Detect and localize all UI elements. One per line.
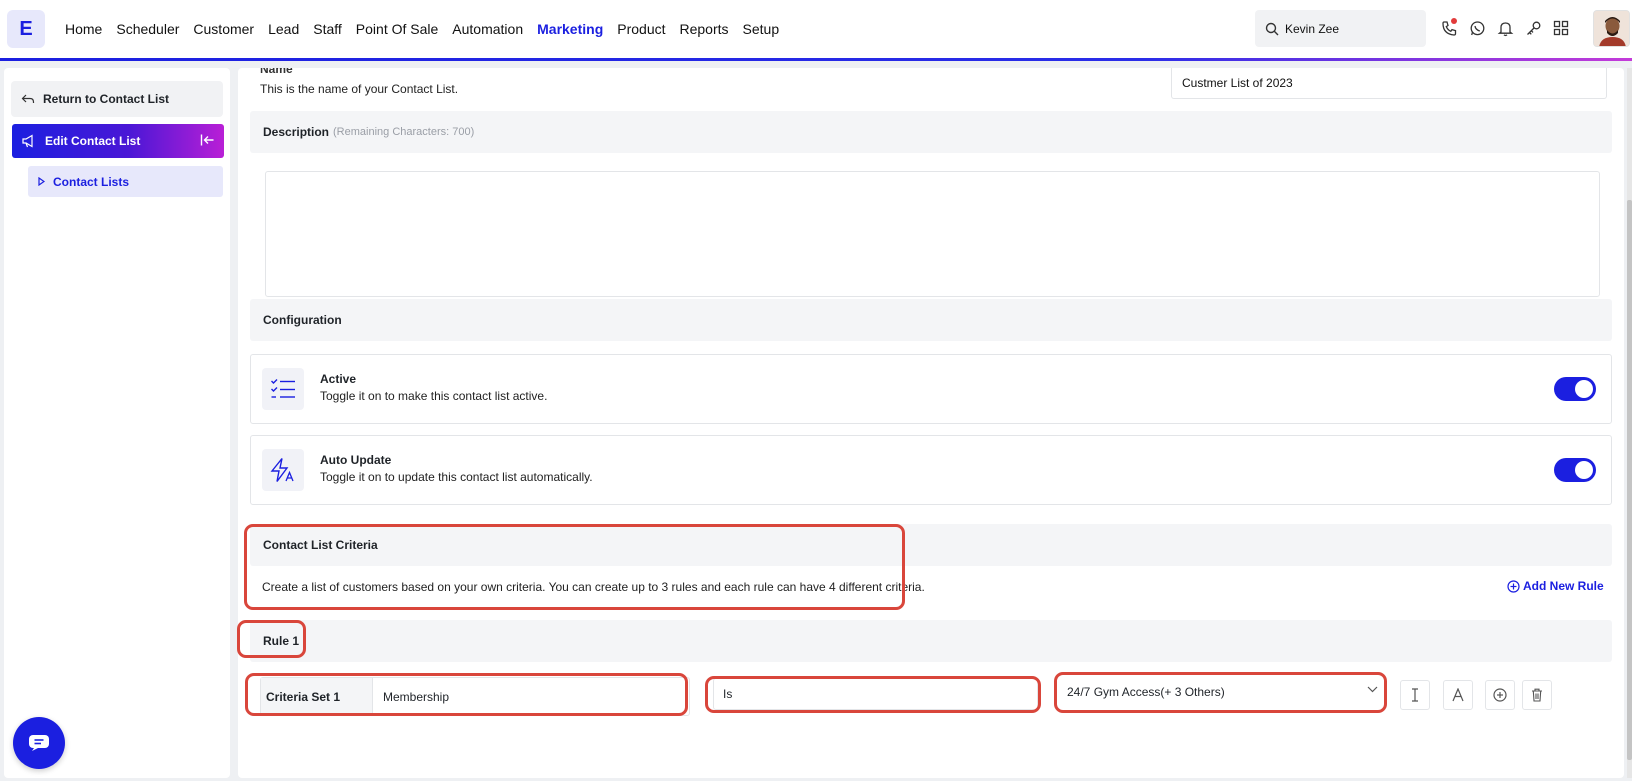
add-new-rule-button[interactable]: Add New Rule [1507,579,1604,593]
font-style-button[interactable] [1443,680,1473,710]
nav-product[interactable]: Product [617,21,665,37]
return-to-contact-list-button[interactable]: Return to Contact List [11,81,223,117]
criteria-set-1: Criteria Set 1 Membership [260,677,690,716]
auto-update-config-card: Auto Update Toggle it on to update this … [250,435,1612,505]
apps-grid-icon[interactable] [1552,17,1570,39]
criteria-operator-select[interactable]: Is [713,678,1038,710]
trash-icon [1532,688,1542,702]
name-input[interactable] [1171,68,1607,99]
criteria-value: 24/7 Gym Access(+ 3 Others) [1067,685,1225,699]
nav-point-of-sale[interactable]: Point Of Sale [356,21,439,37]
phone-icon[interactable] [1440,17,1458,39]
operator-value: Is [723,687,733,701]
top-icon-group [1440,17,1570,39]
chat-support-button[interactable] [13,717,65,769]
rule-1-title: Rule 1 [263,634,300,648]
criteria-field-select[interactable]: Membership [373,678,689,715]
top-bar: E Home Scheduler Customer Lead Staff Poi… [0,0,1632,58]
top-accent-line [0,58,1632,61]
active-desc: Toggle it on to make this contact list a… [320,389,548,403]
collapse-sidebar-icon[interactable] [200,133,215,147]
active-toggle[interactable] [1554,377,1596,401]
auto-update-desc: Toggle it on to update this contact list… [320,470,593,484]
delete-criteria-button[interactable] [1522,680,1552,710]
active-config-card: Active Toggle it on to make this contact… [250,354,1612,424]
text-cursor-icon [1412,688,1418,702]
plus-circle-icon [1493,688,1507,702]
name-help-text: This is the name of your Contact List. [260,82,459,96]
bell-icon[interactable] [1496,17,1514,39]
nav-home[interactable]: Home [65,21,102,37]
checklist-icon [262,368,304,410]
sidebar: Return to Contact List Edit Contact List… [4,68,230,778]
name-label: Name [260,68,293,76]
back-arrow-icon [21,94,35,103]
user-avatar[interactable] [1593,10,1630,47]
criteria-set-label: Criteria Set 1 [261,678,373,715]
return-label: Return to Contact List [43,92,169,106]
nav-automation[interactable]: Automation [452,21,523,37]
active-title: Active [320,372,357,386]
nav-lead[interactable]: Lead [268,21,299,37]
app-logo[interactable]: E [7,10,45,48]
sidebar-item-contact-lists[interactable]: Contact Lists [28,166,223,197]
nav-staff[interactable]: Staff [313,21,342,37]
main-nav: Home Scheduler Customer Lead Staff Point… [65,0,793,58]
plus-circle-icon [1507,579,1520,593]
chat-icon [29,735,49,751]
main-content: Name This is the name of your Contact Li… [238,68,1624,778]
megaphone-icon [22,134,33,148]
notification-dot [1451,18,1457,24]
configuration-label: Configuration [263,313,342,327]
whatsapp-icon[interactable] [1468,17,1486,39]
rule-1-header: Rule 1 [250,620,1612,662]
caret-right-icon [38,177,45,186]
auto-update-toggle[interactable] [1554,458,1596,482]
description-label: Description [263,125,330,139]
text-cursor-button[interactable] [1400,680,1430,710]
description-textarea[interactable] [265,171,1600,297]
font-letter-icon [1452,688,1464,702]
criteria-value-select[interactable]: 24/7 Gym Access(+ 3 Others) [1060,675,1390,709]
criteria-desc: Create a list of customers based on your… [262,580,925,594]
auto-flash-icon [262,449,304,491]
nav-reports[interactable]: Reports [680,21,729,37]
criteria-title: Contact List Criteria [263,538,378,552]
global-search[interactable] [1255,10,1426,47]
auto-update-title: Auto Update [320,453,392,467]
add-criteria-button[interactable] [1485,680,1515,710]
edit-contact-list-menu[interactable]: Edit Contact List [12,124,224,158]
configuration-header: Configuration [250,299,1612,341]
main-scrollbar-thumb[interactable] [1627,200,1632,760]
description-header: Description (Remaining Characters: 700) [250,111,1612,153]
description-remaining: (Remaining Characters: 700) [333,126,475,138]
nav-marketing[interactable]: Marketing [537,21,603,37]
key-icon[interactable] [1524,17,1542,39]
chevron-down-icon [1367,686,1378,693]
search-input[interactable] [1285,21,1415,36]
criteria-header: Contact List Criteria [250,524,1612,566]
contact-lists-label: Contact Lists [53,174,130,189]
nav-customer[interactable]: Customer [193,21,254,37]
search-icon [1265,22,1279,35]
add-new-rule-label: Add New Rule [1523,579,1604,593]
edit-label: Edit Contact List [45,134,141,148]
nav-scheduler[interactable]: Scheduler [116,21,179,37]
nav-setup[interactable]: Setup [743,21,780,37]
